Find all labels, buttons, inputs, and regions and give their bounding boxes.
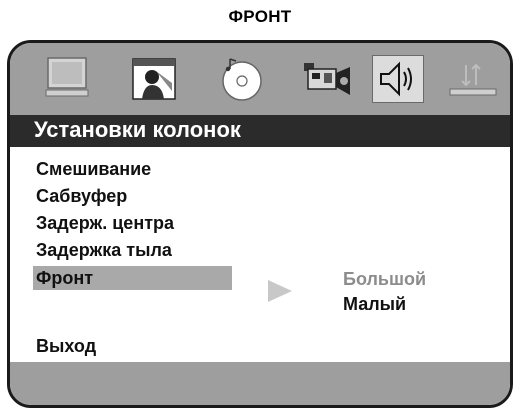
preferences-icon[interactable] xyxy=(446,55,498,103)
exit-button[interactable]: Выход xyxy=(36,336,96,357)
screen-caption: ФРОНТ xyxy=(228,7,292,26)
camera-icon[interactable] xyxy=(300,55,352,103)
menu-item-front[interactable]: Фронт xyxy=(33,266,234,290)
menu-item-subwoofer[interactable]: Сабвуфер xyxy=(36,186,127,207)
osd-panel: Установки колонок Смешивание Сабвуфер За… xyxy=(7,40,513,408)
menu-item-center-delay[interactable]: Задерж. центра xyxy=(36,213,174,234)
monitor-icon[interactable] xyxy=(42,55,94,103)
option-small[interactable]: Малый xyxy=(343,294,406,315)
page-title: Установки колонок xyxy=(34,117,241,142)
title-bar: Установки колонок xyxy=(10,115,510,147)
disc-icon[interactable] xyxy=(216,55,268,103)
option-large[interactable]: Большой xyxy=(343,269,426,290)
submenu-arrow-icon xyxy=(268,280,292,302)
icon-bar xyxy=(10,43,510,115)
picture-icon[interactable] xyxy=(128,55,180,103)
speaker-settings-menu: Смешивание Сабвуфер Задерж. центра Задер… xyxy=(10,147,510,362)
menu-item-downmix[interactable]: Смешивание xyxy=(36,159,151,180)
menu-item-rear-delay[interactable]: Задержка тыла xyxy=(36,240,172,261)
bottom-bar xyxy=(10,362,510,405)
speaker-icon[interactable] xyxy=(372,55,424,103)
